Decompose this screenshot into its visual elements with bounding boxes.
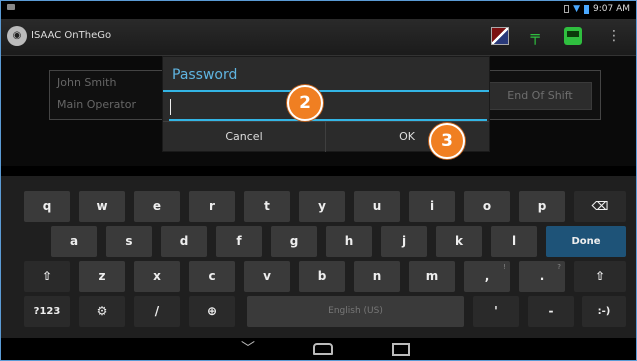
status-bar: ▼ 9:07 AM bbox=[1, 1, 636, 19]
key-a[interactable]: a bbox=[51, 226, 97, 257]
globe-icon[interactable]: ⊕ bbox=[189, 296, 235, 327]
shift-icon[interactable]: ⇧ bbox=[24, 261, 70, 292]
key-slash[interactable]: / bbox=[134, 296, 180, 327]
app-title: ISAAC OnTheGo bbox=[31, 30, 112, 41]
key-d[interactable]: d bbox=[161, 226, 207, 257]
overflow-menu-icon[interactable]: ⋮ bbox=[607, 27, 621, 45]
key-c[interactable]: c bbox=[189, 261, 235, 292]
home-icon[interactable] bbox=[313, 343, 333, 355]
backspace-icon[interactable]: ⌫ bbox=[574, 191, 626, 222]
bus-icon[interactable] bbox=[564, 27, 582, 45]
end-of-shift-button[interactable]: End Of Shift bbox=[488, 82, 592, 110]
key-e[interactable]: e bbox=[134, 191, 180, 222]
key-u[interactable]: u bbox=[354, 191, 400, 222]
period-hint: ? bbox=[557, 263, 561, 271]
key-g[interactable]: g bbox=[271, 226, 317, 257]
key-t[interactable]: t bbox=[244, 191, 290, 222]
key-y[interactable]: y bbox=[299, 191, 345, 222]
comma-label: , bbox=[484, 269, 490, 283]
space-bar[interactable]: English (US) bbox=[247, 296, 464, 327]
dialog-title: Password bbox=[172, 67, 238, 83]
comma-hint: ! bbox=[503, 263, 506, 271]
app-logo-icon: ◉ bbox=[7, 26, 27, 46]
key-i[interactable]: i bbox=[409, 191, 455, 222]
callout-step-2: 2 bbox=[287, 85, 323, 121]
key-s[interactable]: s bbox=[106, 226, 152, 257]
key-p[interactable]: p bbox=[519, 191, 565, 222]
key-h[interactable]: h bbox=[326, 226, 372, 257]
operator-name: John Smith bbox=[57, 76, 117, 89]
key-o[interactable]: o bbox=[464, 191, 510, 222]
key-f[interactable]: f bbox=[216, 226, 262, 257]
key-j[interactable]: j bbox=[381, 226, 427, 257]
back-icon[interactable]: ﹀ bbox=[241, 341, 255, 357]
key-z[interactable]: z bbox=[79, 261, 125, 292]
callout-step-3: 3 bbox=[429, 123, 465, 159]
action-bar: ◉ ISAAC OnTheGo ╤ ⋮ bbox=[1, 19, 636, 56]
signal-tower-icon[interactable]: ╤ bbox=[526, 27, 544, 45]
sim-icon bbox=[564, 5, 570, 13]
soft-keyboard: q w e r t y u i o p ⌫ a s d f g h j k l … bbox=[1, 176, 636, 338]
key-r[interactable]: r bbox=[189, 191, 235, 222]
key-x[interactable]: x bbox=[134, 261, 180, 292]
key-v[interactable]: v bbox=[244, 261, 290, 292]
key-n[interactable]: n bbox=[354, 261, 400, 292]
wifi-icon: ▼ bbox=[573, 4, 580, 14]
notification-icon bbox=[7, 4, 15, 10]
key-m[interactable]: m bbox=[409, 261, 455, 292]
done-button[interactable]: Done bbox=[546, 226, 626, 257]
key-k[interactable]: k bbox=[436, 226, 482, 257]
device-screen: ▼ 9:07 AM ◉ ISAAC OnTheGo ╤ ⋮ John Smith… bbox=[0, 0, 637, 361]
key-comma[interactable]: ,! bbox=[464, 261, 510, 292]
key-apostrophe[interactable]: ' bbox=[473, 296, 519, 327]
operator-role: Main Operator bbox=[57, 98, 136, 111]
smiley-key[interactable]: :-) bbox=[582, 296, 626, 327]
key-q[interactable]: q bbox=[24, 191, 70, 222]
shift-right-icon[interactable]: ⇧ bbox=[574, 261, 626, 292]
key-dash[interactable]: - bbox=[528, 296, 574, 327]
key-b[interactable]: b bbox=[299, 261, 345, 292]
text-cursor bbox=[170, 99, 171, 115]
dialog-divider bbox=[163, 90, 489, 92]
period-label: . bbox=[539, 269, 545, 283]
symbols-key[interactable]: ?123 bbox=[24, 296, 70, 327]
cancel-button[interactable]: Cancel bbox=[163, 122, 326, 152]
key-w[interactable]: w bbox=[79, 191, 125, 222]
password-input[interactable] bbox=[169, 97, 487, 121]
clock: 9:07 AM bbox=[593, 4, 630, 14]
notepad-icon[interactable] bbox=[491, 27, 509, 45]
battery-icon bbox=[584, 4, 589, 14]
settings-icon[interactable]: ⚙ bbox=[79, 296, 125, 327]
recent-apps-icon[interactable] bbox=[392, 343, 410, 356]
key-l[interactable]: l bbox=[491, 226, 537, 257]
key-period[interactable]: .? bbox=[519, 261, 565, 292]
nav-bar: ﹀ bbox=[1, 338, 636, 360]
